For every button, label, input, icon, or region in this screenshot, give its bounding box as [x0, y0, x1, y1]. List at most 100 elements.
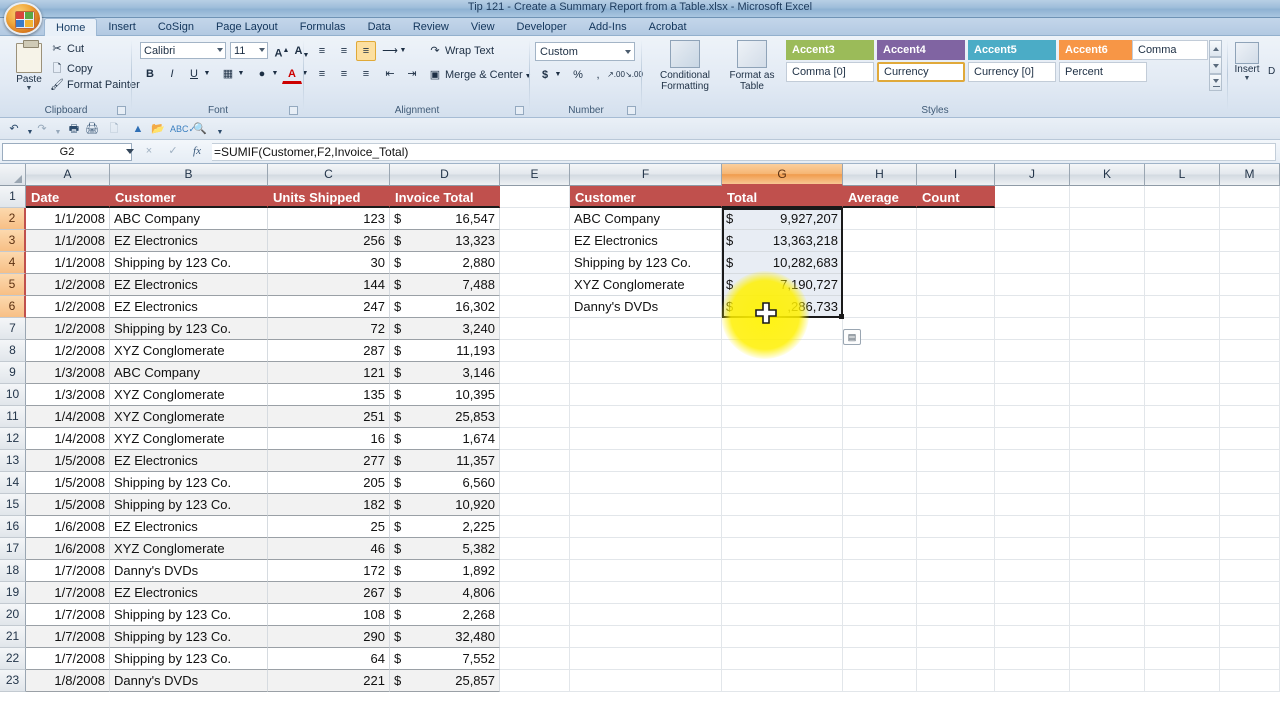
- ribbon-tab-add-ins[interactable]: Add-Ins: [578, 18, 638, 36]
- summary-cell-customer[interactable]: EZ Electronics: [570, 230, 722, 252]
- row-header-3[interactable]: 3: [0, 230, 26, 252]
- column-header-c[interactable]: C: [268, 164, 390, 186]
- cell-invoice-total[interactable]: $11,193: [390, 340, 500, 362]
- cell-invoice-total[interactable]: $7,488: [390, 274, 500, 296]
- row-header-5[interactable]: 5: [0, 274, 26, 296]
- cell-customer[interactable]: EZ Electronics: [110, 296, 268, 318]
- cell-invoice-total[interactable]: $10,395: [390, 384, 500, 406]
- cell-invoice-total[interactable]: $5,382: [390, 538, 500, 560]
- cell-invoice-total[interactable]: $16,302: [390, 296, 500, 318]
- cell-customer[interactable]: EZ Electronics: [110, 582, 268, 604]
- cell-invoice-total[interactable]: $1,892: [390, 560, 500, 582]
- cell-units-shipped[interactable]: 135: [268, 384, 390, 406]
- find-icon[interactable]: 🔍: [192, 121, 208, 137]
- row-header-8[interactable]: 8: [0, 340, 26, 362]
- summary-cell-customer[interactable]: ABC Company: [570, 208, 722, 230]
- cell-style-accent3[interactable]: Accent3: [786, 40, 874, 60]
- summary-cell-total[interactable]: $10,282,683: [722, 252, 843, 274]
- ribbon-tab-insert[interactable]: Insert: [97, 18, 147, 36]
- cell-customer[interactable]: XYZ Conglomerate: [110, 428, 268, 450]
- cell-units-shipped[interactable]: 121: [268, 362, 390, 384]
- summary-cell-total[interactable]: $9,927,207: [722, 208, 843, 230]
- cell-date[interactable]: 1/6/2008: [26, 538, 110, 560]
- cell-units-shipped[interactable]: 251: [268, 406, 390, 428]
- summary-cell-average[interactable]: [843, 230, 917, 252]
- column-header-f[interactable]: F: [570, 164, 722, 186]
- summary-cell-average[interactable]: [843, 252, 917, 274]
- column-header-i[interactable]: I: [917, 164, 995, 186]
- cell-date[interactable]: 1/8/2008: [26, 670, 110, 692]
- ribbon-tab-formulas[interactable]: Formulas: [289, 18, 357, 36]
- merge-center-button[interactable]: ▣Merge & Center ▼: [428, 68, 532, 81]
- cell-units-shipped[interactable]: 25: [268, 516, 390, 538]
- comma-format-icon[interactable]: ,: [588, 65, 608, 85]
- cell-date[interactable]: 1/2/2008: [26, 340, 110, 362]
- summary-cell-customer[interactable]: Shipping by 123 Co.: [570, 252, 722, 274]
- cell-invoice-total[interactable]: $25,853: [390, 406, 500, 428]
- insert-function-icon[interactable]: fx: [186, 143, 208, 161]
- align-middle-icon[interactable]: ≡: [334, 41, 354, 61]
- spelling-icon[interactable]: ABC✓: [170, 121, 186, 137]
- cell-style-comma-0-[interactable]: Comma [0]: [786, 62, 874, 82]
- new-document-icon[interactable]: 🗋: [106, 121, 122, 137]
- cell-units-shipped[interactable]: 123: [268, 208, 390, 230]
- ribbon-tab-home[interactable]: Home: [44, 18, 97, 36]
- summary-cell-total[interactable]: $7,190,727: [722, 274, 843, 296]
- cell-date[interactable]: 1/5/2008: [26, 494, 110, 516]
- cell-units-shipped[interactable]: 290: [268, 626, 390, 648]
- row-header-11[interactable]: 11: [0, 406, 26, 428]
- cell-date[interactable]: 1/1/2008: [26, 230, 110, 252]
- font-size-combo[interactable]: 11: [230, 42, 268, 59]
- cell-date[interactable]: 1/3/2008: [26, 362, 110, 384]
- cell-customer[interactable]: XYZ Conglomerate: [110, 340, 268, 362]
- gallery-more-button[interactable]: [1209, 74, 1222, 91]
- grow-font-button[interactable]: A▲: [272, 41, 292, 61]
- align-left-icon[interactable]: ≡: [312, 64, 332, 84]
- row-header-22[interactable]: 22: [0, 648, 26, 670]
- qat-customize-icon[interactable]: ▼: [212, 125, 228, 141]
- clipboard-dialog-launcher[interactable]: [117, 106, 126, 115]
- row-header-20[interactable]: 20: [0, 604, 26, 626]
- bold-button[interactable]: B: [140, 64, 160, 84]
- font-family-combo[interactable]: Calibri: [140, 42, 226, 59]
- cell-units-shipped[interactable]: 256: [268, 230, 390, 252]
- cell-units-shipped[interactable]: 30: [268, 252, 390, 274]
- align-top-icon[interactable]: ≡: [312, 41, 332, 61]
- cell-date[interactable]: 1/2/2008: [26, 274, 110, 296]
- cell-date[interactable]: 1/7/2008: [26, 560, 110, 582]
- cell-style-accent4[interactable]: Accent4: [877, 40, 965, 60]
- cell-date[interactable]: 1/5/2008: [26, 472, 110, 494]
- cell-date[interactable]: 1/1/2008: [26, 252, 110, 274]
- copy-button[interactable]: 🗋Copy: [50, 60, 93, 79]
- summary-cell-total[interactable]: $,286,733: [722, 296, 843, 318]
- cell-customer[interactable]: EZ Electronics: [110, 450, 268, 472]
- cell-date[interactable]: 1/7/2008: [26, 604, 110, 626]
- print-preview-icon[interactable]: 🖶: [66, 121, 82, 137]
- ribbon-tab-cosign[interactable]: CoSign: [147, 18, 205, 36]
- insert-cells-button[interactable]: Insert ▼: [1232, 42, 1262, 82]
- cell-invoice-total[interactable]: $3,146: [390, 362, 500, 384]
- row-header-19[interactable]: 19: [0, 582, 26, 604]
- number-format-combo[interactable]: Custom: [535, 42, 635, 61]
- cell-invoice-total[interactable]: $2,225: [390, 516, 500, 538]
- number-dialog-launcher[interactable]: [627, 106, 636, 115]
- cell-invoice-total[interactable]: $10,920: [390, 494, 500, 516]
- cell-invoice-total[interactable]: $2,880: [390, 252, 500, 274]
- formula-input[interactable]: =SUMIF(Customer,F2,Invoice_Total): [212, 143, 1276, 161]
- cell-units-shipped[interactable]: 287: [268, 340, 390, 362]
- accounting-format-icon[interactable]: $: [535, 65, 555, 85]
- cell-customer[interactable]: Danny's DVDs: [110, 560, 268, 582]
- row-header-9[interactable]: 9: [0, 362, 26, 384]
- column-header-g[interactable]: G: [722, 164, 843, 186]
- cell-style-comma[interactable]: Comma: [1132, 40, 1208, 60]
- cell-date[interactable]: 1/7/2008: [26, 582, 110, 604]
- row-header-12[interactable]: 12: [0, 428, 26, 450]
- format-as-table-button[interactable]: Format as Table: [724, 40, 780, 92]
- cell-customer[interactable]: Danny's DVDs: [110, 670, 268, 692]
- wrap-text-button[interactable]: ↷Wrap Text: [428, 44, 494, 57]
- cell-units-shipped[interactable]: 144: [268, 274, 390, 296]
- cell-invoice-total[interactable]: $2,268: [390, 604, 500, 626]
- column-header-d[interactable]: D: [390, 164, 500, 186]
- borders-icon[interactable]: ▦: [218, 64, 238, 84]
- redo-dropdown-icon[interactable]: ▼: [50, 125, 66, 141]
